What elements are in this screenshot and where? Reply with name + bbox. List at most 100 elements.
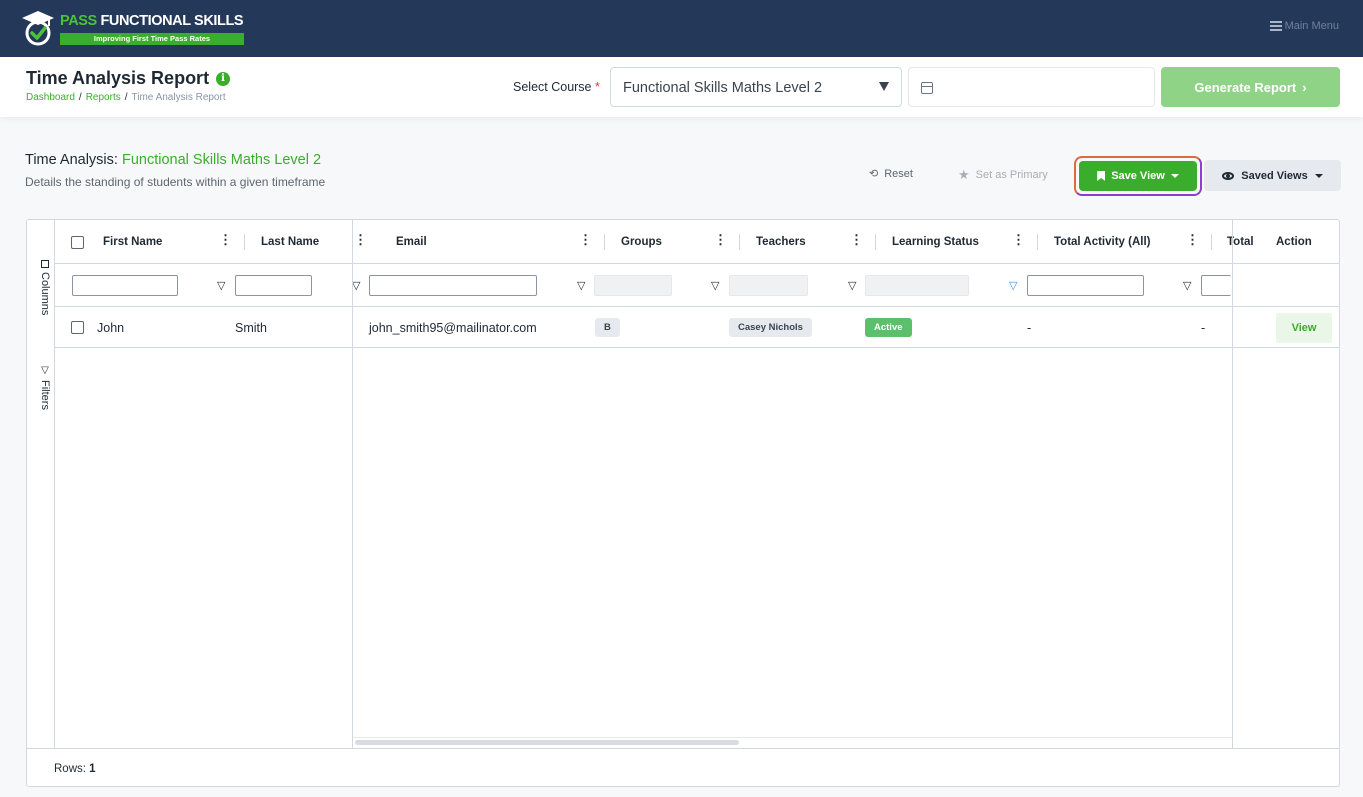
column-resize-handle[interactable] (875, 234, 876, 250)
filter-icon[interactable]: ▽ (217, 279, 225, 292)
filter-active-icon[interactable]: ▽ (1009, 279, 1017, 292)
brand-tagline: Improving First Time Pass Rates (60, 33, 244, 45)
filter-icon[interactable]: ▽ (1183, 279, 1191, 292)
breadcrumb-dashboard[interactable]: Dashboard (26, 92, 75, 103)
caret-down-icon (1170, 174, 1179, 178)
teacher-chip: Casey Nichols (729, 318, 812, 337)
column-menu-icon[interactable] (1012, 232, 1025, 248)
cell-learning-status: Active (865, 307, 912, 348)
cell-email: john_smith95@mailinator.com (369, 320, 537, 335)
select-all-checkbox[interactable] (71, 220, 84, 264)
breadcrumb: Dashboard / Reports / Time Analysis Report (26, 92, 226, 103)
graduation-check-icon (22, 11, 54, 47)
column-menu-icon[interactable] (354, 232, 367, 248)
filter-icon[interactable]: ▽ (711, 279, 719, 292)
columns-icon (41, 260, 49, 268)
col-header-learning-status[interactable]: Learning Status (892, 220, 979, 264)
column-resize-handle[interactable] (244, 234, 245, 250)
column-menu-icon[interactable] (579, 232, 592, 248)
filter-input-first-name[interactable] (72, 275, 178, 296)
section-subtitle: Details the standing of students within … (25, 175, 326, 189)
filter-input-last-name[interactable] (235, 275, 312, 296)
cell-groups: B (595, 307, 620, 348)
col-header-groups[interactable]: Groups (621, 220, 662, 264)
row-checkbox[interactable] (71, 307, 84, 348)
col-header-email[interactable]: Email (396, 220, 427, 264)
calendar-icon (921, 82, 933, 94)
cell-total-activity: - (1027, 320, 1032, 335)
set-as-primary-button[interactable]: ★ Set as Primary (958, 167, 1048, 183)
filter-input-teachers (729, 275, 808, 296)
grid-header-row: First Name Last Name Email Groups Teache… (55, 220, 1339, 264)
filter-icon[interactable]: ▽ (848, 279, 856, 292)
filter-input-email[interactable] (369, 275, 537, 296)
filter-icon[interactable]: ▽ (352, 279, 360, 292)
generate-report-button[interactable]: Generate Report › (1161, 67, 1340, 107)
eye-icon (1222, 171, 1235, 180)
filter-icon: ▽ (39, 365, 51, 376)
reset-button[interactable]: ⟲ Reset (869, 167, 913, 181)
horizontal-scroll-thumb[interactable] (355, 740, 739, 745)
column-menu-icon[interactable] (1186, 232, 1199, 248)
group-chip: B (595, 318, 620, 337)
col-header-total[interactable]: Total (1227, 220, 1254, 264)
course-select[interactable]: Functional Skills Maths Level 2 (610, 67, 902, 107)
col-header-teachers[interactable]: Teachers (756, 220, 806, 264)
column-menu-icon[interactable] (714, 232, 727, 248)
course-select-value: Functional Skills Maths Level 2 (623, 80, 823, 96)
status-badge: Active (865, 318, 912, 337)
chevron-right-icon: › (1302, 79, 1307, 95)
column-resize-handle[interactable] (739, 234, 740, 250)
breadcrumb-reports[interactable]: Reports (86, 92, 121, 103)
caret-down-icon (879, 82, 889, 91)
col-header-last-name[interactable]: Last Name (261, 220, 319, 264)
info-icon[interactable]: i (216, 71, 231, 86)
grid-filter-row: ▽ ▽ ▽ ▽ ▽ ▽ ▽ (55, 264, 1339, 307)
view-button[interactable]: View (1276, 313, 1332, 343)
grid-footer: Rows: 1 (27, 748, 1339, 786)
filter-input-total-activity[interactable] (1027, 275, 1144, 296)
brand-logo[interactable]: PASS FUNCTIONAL SKILLS Improving First T… (22, 11, 244, 47)
cell-total: - (1201, 320, 1206, 335)
column-resize-handle[interactable] (604, 234, 605, 250)
save-view-highlight: Save View (1074, 156, 1202, 196)
grid-side-panel: Columns ▽ Filters (27, 220, 55, 748)
column-resize-handle[interactable] (1037, 234, 1038, 250)
pinned-left-divider (352, 220, 353, 748)
filter-icon[interactable]: ▽ (577, 279, 585, 292)
row-count: 1 (89, 763, 96, 775)
report-header: Time Analysis Report i Dashboard / Reports… (0, 57, 1363, 117)
filter-input-groups (594, 275, 672, 296)
column-menu-icon[interactable] (219, 232, 232, 248)
column-menu-icon[interactable] (850, 232, 863, 248)
page-title: Time Analysis Report i (26, 68, 231, 89)
caret-down-icon (1314, 173, 1323, 178)
filter-input-learning-status (865, 275, 969, 296)
top-nav: PASS FUNCTIONAL SKILLS Improving First T… (0, 0, 1363, 57)
columns-tab[interactable]: Columns (27, 260, 55, 315)
filters-tab[interactable]: ▽ Filters (27, 365, 55, 410)
pinned-right-divider (1232, 220, 1233, 748)
cell-last-name: Smith (235, 320, 267, 335)
main-menu-button[interactable]: Main Menu (1269, 20, 1339, 32)
star-icon: ★ (958, 167, 970, 182)
main-menu-label: Main Menu (1284, 20, 1339, 32)
column-resize-handle[interactable] (1211, 234, 1212, 250)
bookmark-icon (1097, 171, 1106, 181)
report-grid: Columns ▽ Filters First Name Last Name E… (26, 219, 1340, 787)
filter-input-total[interactable] (1201, 275, 1231, 296)
brand-name: PASS FUNCTIONAL SKILLS (60, 13, 244, 29)
date-range-input[interactable] (908, 67, 1155, 107)
section-title: Time Analysis: Functional Skills Maths L… (25, 152, 322, 168)
cell-teachers: Casey Nichols (729, 307, 812, 348)
col-header-total-activity[interactable]: Total Activity (All) (1054, 220, 1150, 264)
col-header-first-name[interactable]: First Name (103, 220, 162, 264)
col-header-action: Action (1276, 236, 1312, 248)
table-row: John Smith john_smith95@mailinator.com B… (55, 307, 1339, 348)
undo-icon: ⟲ (869, 168, 879, 180)
save-view-button[interactable]: Save View (1079, 161, 1197, 191)
breadcrumb-current: Time Analysis Report (131, 92, 226, 103)
hamburger-icon (1269, 21, 1282, 31)
saved-views-button[interactable]: Saved Views (1204, 160, 1341, 191)
cell-first-name: John (97, 320, 125, 335)
